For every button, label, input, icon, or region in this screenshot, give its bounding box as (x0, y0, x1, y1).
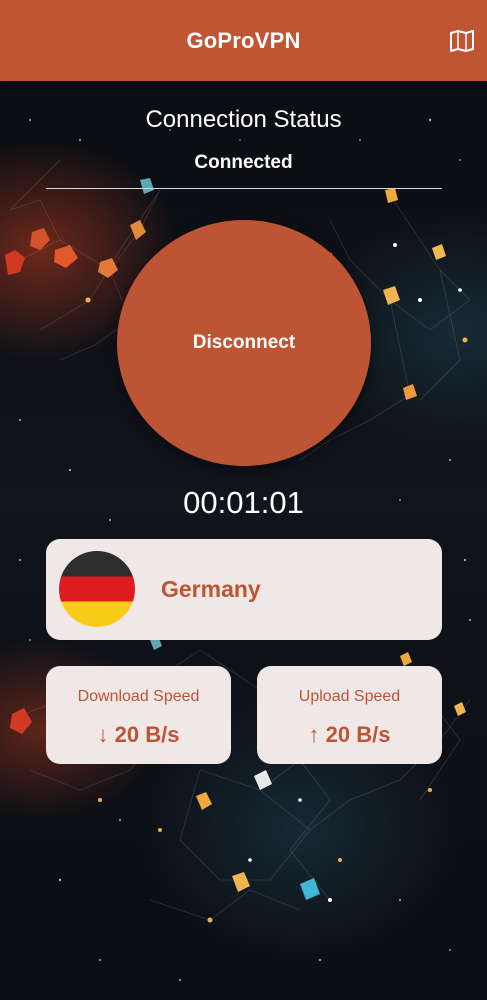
map-button[interactable] (447, 26, 477, 56)
germany-flag-icon (59, 551, 135, 627)
download-speed-card: Download Speed ↓ 20 B/s (46, 666, 231, 764)
map-icon (450, 30, 474, 52)
upload-speed-card: Upload Speed ↑ 20 B/s (257, 666, 442, 764)
connection-status-title: Connection Status (145, 106, 342, 133)
disconnect-button[interactable]: Disconnect (117, 220, 371, 466)
app-bar: GoProVPN (0, 0, 487, 81)
connection-timer: 00:01:01 (183, 485, 304, 520)
upload-speed-label: Upload Speed (298, 688, 401, 705)
app-title: GoProVPN (186, 27, 301, 53)
download-speed-label: Download Speed (77, 688, 200, 705)
upload-speed-value: ↑ 20 B/s (308, 722, 391, 747)
server-country-card[interactable]: Germany (46, 539, 442, 640)
status-divider (46, 188, 442, 189)
connection-status-value: Connected (194, 152, 293, 173)
download-speed-value: ↓ 20 B/s (97, 722, 180, 747)
server-country-name: Germany (161, 576, 261, 602)
disconnect-button-label: Disconnect (192, 332, 296, 353)
